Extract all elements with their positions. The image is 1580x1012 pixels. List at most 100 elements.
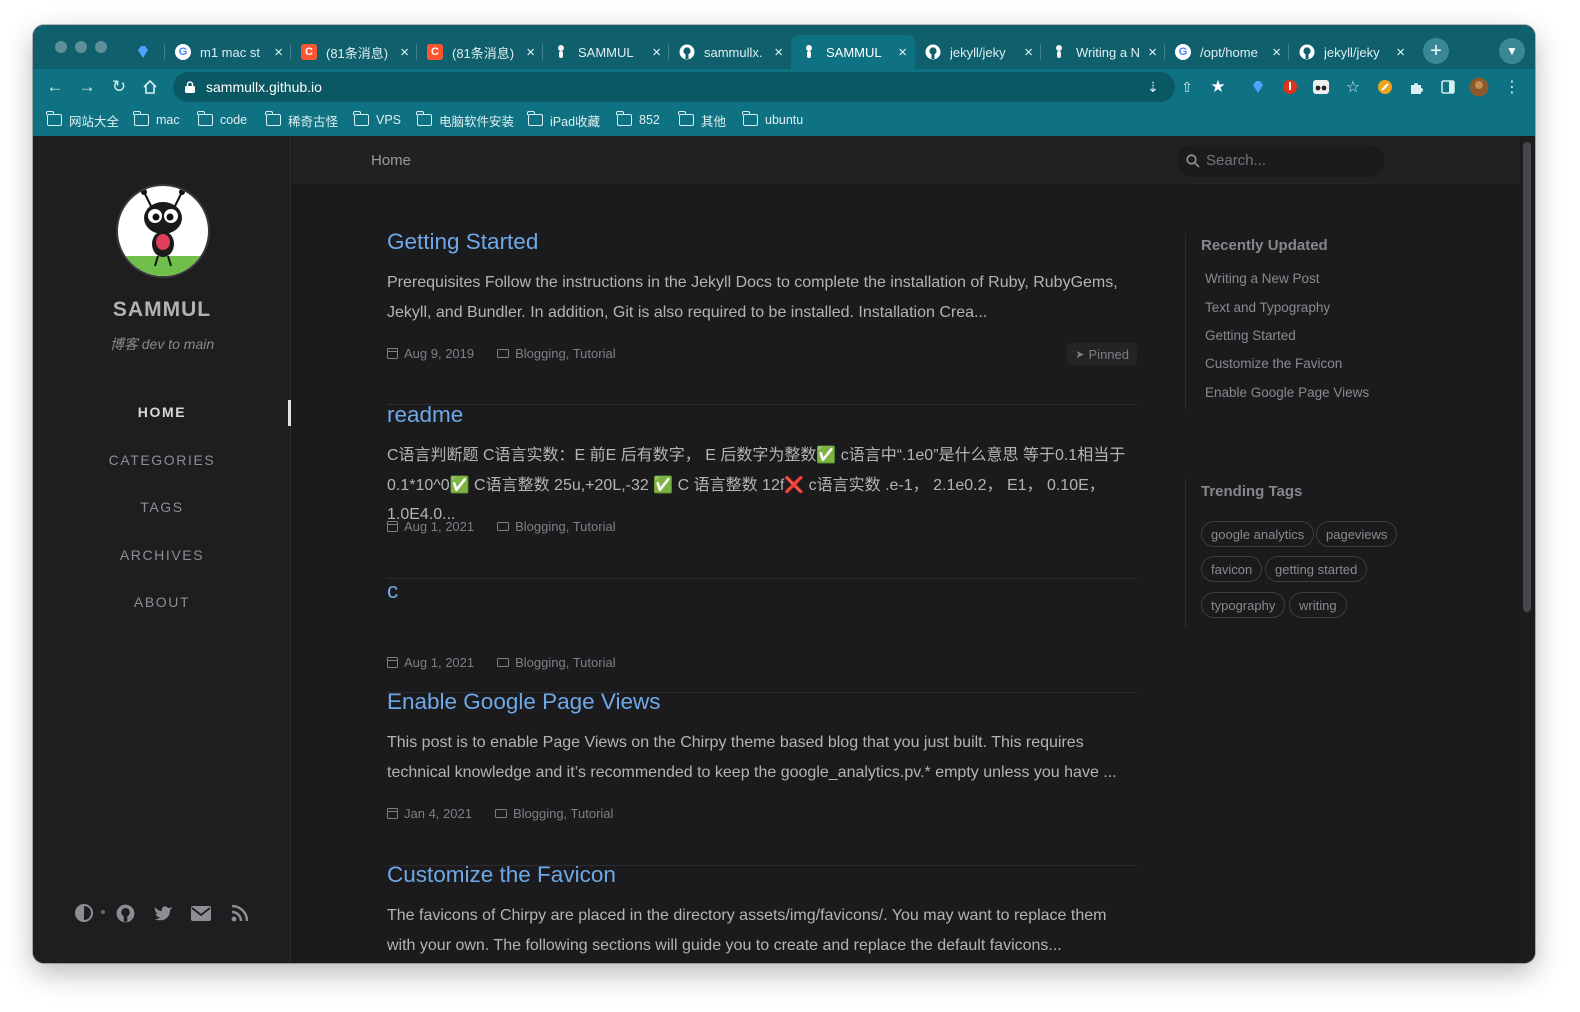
post-title[interactable]: c	[387, 578, 1137, 604]
theme-toggle-icon[interactable]	[73, 902, 95, 924]
tab-csdn-2[interactable]: C (81条消息) ×	[417, 35, 543, 69]
scrollbar-thumb[interactable]	[1523, 142, 1531, 612]
extension-orange-icon[interactable]	[1375, 77, 1395, 97]
tab-github-jekyll-2[interactable]: jekyll/jeky ×	[1289, 35, 1413, 69]
adblock-extension-icon[interactable]	[1280, 77, 1300, 97]
tag-chip[interactable]: pageviews	[1316, 521, 1398, 547]
twitter-icon[interactable]	[152, 902, 174, 924]
post-title[interactable]: Getting Started	[387, 229, 1137, 255]
avatar[interactable]	[116, 184, 210, 278]
post-categories[interactable]: Blogging, Tutorial	[515, 346, 615, 361]
breadcrumb[interactable]: Home	[371, 152, 411, 169]
browser-toolbar: ← → ↻ sammullx.github.io ⇣ ⇧ ★ ☆ ⋮	[33, 69, 1535, 105]
window-minimize-button[interactable]	[75, 41, 87, 53]
recent-post-link[interactable]: Writing a New Post	[1205, 271, 1320, 286]
recent-post-link[interactable]: Getting Started	[1205, 328, 1296, 343]
bookmark-folder[interactable]: iPad收藏	[527, 110, 600, 130]
side-panel-icon[interactable]	[1438, 77, 1458, 97]
post-title[interactable]: Enable Google Page Views	[387, 689, 1137, 715]
post-title[interactable]: Customize the Favicon	[387, 862, 1137, 888]
rss-icon[interactable]	[228, 902, 250, 924]
new-tab-button[interactable]: +	[1423, 38, 1449, 64]
nav-home[interactable]: HOME	[33, 404, 291, 420]
back-button[interactable]: ←	[43, 75, 67, 99]
close-icon[interactable]: ×	[774, 44, 783, 61]
tab-google-opt-home[interactable]: G /opt/home ×	[1165, 35, 1289, 69]
nav-categories[interactable]: CATEGORIES	[33, 452, 291, 468]
post-categories[interactable]: Blogging, Tutorial	[513, 806, 613, 821]
panel-border	[1185, 479, 1186, 629]
recent-post-link[interactable]: Enable Google Page Views	[1205, 385, 1369, 400]
close-icon[interactable]: ×	[652, 44, 661, 61]
nav-about[interactable]: ABOUT	[33, 594, 291, 610]
close-icon[interactable]: ×	[1024, 44, 1033, 61]
recent-post-link[interactable]: Text and Typography	[1205, 300, 1330, 315]
post-meta: Jan 4, 2021 Blogging, Tutorial	[387, 806, 613, 821]
extension-glasses-icon[interactable]	[1311, 77, 1331, 97]
share-icon[interactable]: ⇧	[1177, 77, 1197, 97]
lock-icon	[185, 81, 195, 93]
tab-sammul-active[interactable]: SAMMUL ×	[791, 35, 915, 69]
folder-icon	[133, 111, 149, 126]
folder-icon	[527, 111, 543, 126]
bookmark-folder[interactable]: 电脑软件安装	[416, 110, 514, 130]
bookmark-star-icon[interactable]: ★	[1208, 77, 1228, 97]
close-icon[interactable]: ×	[898, 44, 907, 61]
forward-button[interactable]: →	[75, 75, 99, 99]
tab-gem[interactable]	[125, 35, 165, 69]
profile-avatar-icon[interactable]	[1469, 77, 1489, 97]
bookmark-folder[interactable]: code	[197, 110, 247, 130]
bookmark-label: mac	[156, 113, 180, 127]
close-icon[interactable]: ×	[274, 44, 283, 61]
email-icon[interactable]	[190, 902, 212, 924]
post-title[interactable]: readme	[387, 402, 1137, 428]
pin-icon: ➤	[1075, 348, 1085, 361]
github-icon[interactable]	[114, 902, 136, 924]
kebab-menu-icon[interactable]: ⋮	[1502, 77, 1522, 97]
bookmark-label: 852	[639, 113, 660, 127]
post-categories[interactable]: Blogging, Tutorial	[515, 519, 615, 534]
close-icon[interactable]: ×	[526, 44, 535, 61]
tab-sammul-1[interactable]: SAMMUL ×	[543, 35, 669, 69]
close-icon[interactable]: ×	[1272, 44, 1281, 61]
close-icon[interactable]: ×	[1396, 44, 1405, 61]
tab-search-button[interactable]: ▼	[1499, 38, 1525, 64]
puzzle-icon[interactable]	[1406, 77, 1426, 97]
tag-chip[interactable]: google analytics	[1201, 521, 1315, 547]
home-button[interactable]	[138, 75, 162, 99]
address-bar[interactable]: sammullx.github.io ⇣	[173, 72, 1175, 102]
search-input[interactable]: Search...	[1177, 145, 1385, 177]
bookmark-folder[interactable]: 852	[616, 110, 660, 130]
tag-chip[interactable]: typography	[1201, 592, 1286, 618]
nav-archives[interactable]: ARCHIVES	[33, 547, 291, 563]
close-icon[interactable]: ×	[400, 44, 409, 61]
bookmark-folder[interactable]: VPS	[353, 110, 401, 130]
tab-google-m1-mac[interactable]: G m1 mac st ×	[165, 35, 291, 69]
site-title[interactable]: SAMMUL	[33, 298, 291, 322]
recent-post-link[interactable]: Customize the Favicon	[1205, 356, 1342, 371]
nav-tags[interactable]: TAGS	[33, 499, 291, 515]
tag-chip[interactable]: writing	[1289, 592, 1347, 618]
bookmark-folder[interactable]: 其他	[678, 110, 726, 130]
tab-writing-a-new-post[interactable]: Writing a N ×	[1041, 35, 1165, 69]
reload-button[interactable]: ↻	[107, 75, 131, 99]
tag-chip[interactable]: favicon	[1201, 556, 1263, 582]
window-zoom-button[interactable]	[95, 41, 107, 53]
tab-github-jekyll-1[interactable]: jekyll/jeky ×	[915, 35, 1041, 69]
install-app-icon[interactable]: ⇣	[1143, 77, 1163, 97]
post-categories[interactable]: Blogging, Tutorial	[515, 655, 615, 670]
star-outline-extension-icon[interactable]: ☆	[1343, 77, 1363, 97]
bookmark-folder[interactable]: mac	[133, 110, 180, 130]
tab-title: (81条消息)	[452, 45, 515, 61]
calendar-icon	[387, 808, 398, 819]
bookmark-folder[interactable]: 网站大全	[46, 110, 119, 130]
bookmark-folder[interactable]: 稀奇古怪	[265, 110, 338, 130]
tab-csdn-1[interactable]: C (81条消息) ×	[291, 35, 417, 69]
bookmark-folder[interactable]: ubuntu	[742, 110, 803, 130]
window-close-button[interactable]	[55, 41, 67, 53]
post-date: Aug 1, 2021	[404, 519, 475, 534]
tab-github-sammullx[interactable]: sammullx. ×	[669, 35, 791, 69]
close-icon[interactable]: ×	[1148, 44, 1157, 61]
tag-chip[interactable]: getting started	[1265, 556, 1368, 582]
gem-extension-icon[interactable]	[1248, 77, 1268, 97]
